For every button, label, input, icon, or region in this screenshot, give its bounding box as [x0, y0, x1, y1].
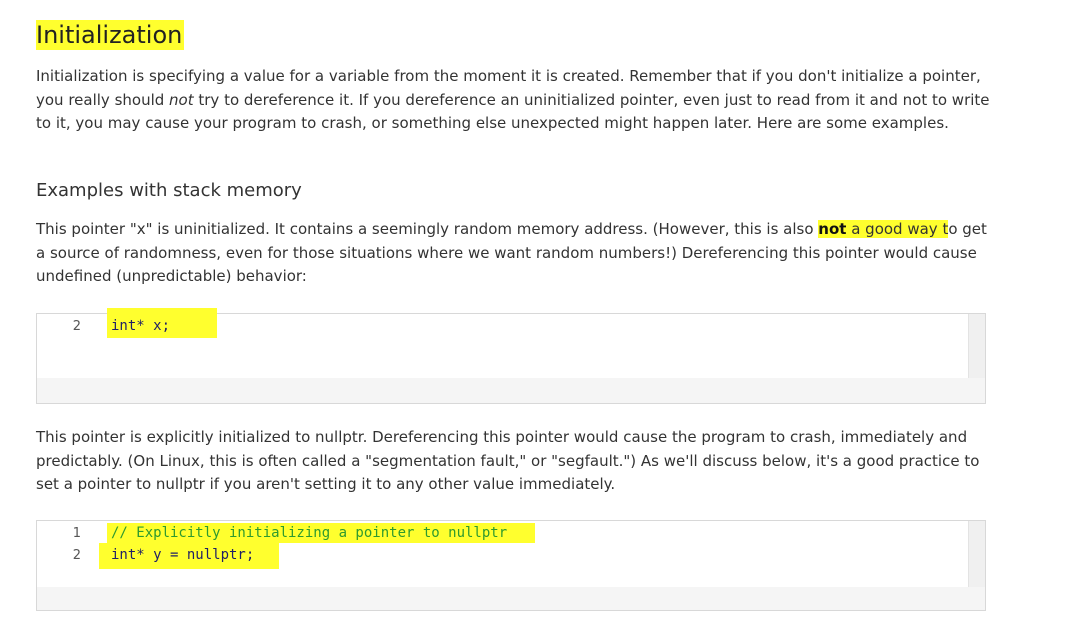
code-text: int* y = nullptr;	[111, 547, 255, 563]
code-block-nullptr: 1 // Explicitly initializing a pointer t…	[36, 520, 986, 611]
line-number: 2	[72, 319, 81, 334]
para1-highlight: a good way t	[846, 220, 949, 238]
code-editor-area[interactable]: 2 int* x;	[37, 308, 969, 378]
code-editor-area[interactable]: 1 // Explicitly initializing a pointer t…	[37, 521, 969, 587]
code-text: int* x;	[111, 318, 171, 334]
nullptr-paragraph: This pointer is explicitly initialized t…	[36, 428, 980, 493]
vertical-scrollbar[interactable]	[969, 521, 985, 587]
section-heading: Examples with stack memory	[36, 180, 302, 201]
line-number: 1	[72, 526, 81, 541]
uninitialized-paragraph: This pointer "x" is uninitialized. It co…	[36, 218, 996, 289]
intro-paragraph: Initialization is specifying a value for…	[36, 65, 996, 136]
code-comment: // Explicitly initializing a pointer to …	[111, 525, 508, 541]
vertical-scrollbar[interactable]	[969, 314, 985, 378]
intro-emphasis: not	[169, 90, 194, 109]
para1-bold-not: not	[818, 220, 847, 238]
line-number: 2	[72, 548, 81, 563]
page-title: Initialization	[36, 20, 185, 50]
code-block-uninitialized: 2 int* x;	[36, 308, 986, 404]
para1-text-start: This pointer "x" is uninitialized. It co…	[36, 220, 819, 238]
